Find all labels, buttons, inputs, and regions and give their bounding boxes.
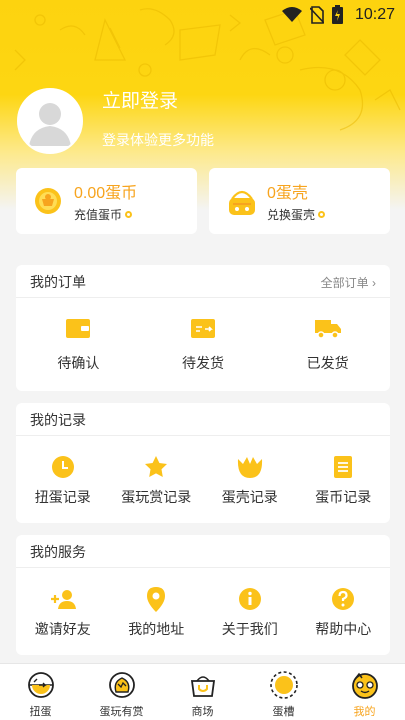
my-address-item[interactable]: 我的地址 <box>110 569 204 655</box>
shell-balance-card[interactable]: 0蛋壳 兑换蛋壳 <box>209 168 390 234</box>
tab-label: 我的 <box>353 706 376 718</box>
service-label: 我的地址 <box>128 621 185 637</box>
default-user-icon <box>19 90 81 152</box>
shell-basket-icon <box>229 190 255 215</box>
order-pending-ship[interactable]: 待发货 <box>141 299 266 391</box>
login-link[interactable]: 立即登录 <box>102 86 178 113</box>
bottom-tab-bar: 扭蛋 蛋玩有赏 商场 蛋槽 我的 <box>0 663 405 720</box>
question-icon <box>332 588 355 610</box>
service-label: 关于我们 <box>221 621 278 637</box>
reward-records-item[interactable]: 蛋玩赏记录 <box>110 437 204 523</box>
document-icon <box>334 456 353 478</box>
tab-label: 蛋玩有赏 <box>99 706 144 718</box>
service-label: 邀请好友 <box>34 621 91 637</box>
coin-balance-card[interactable]: 0.00蛋币 充值蛋币 <box>16 168 197 234</box>
tab-label: 商场 <box>191 706 214 718</box>
record-label: 蛋壳记录 <box>221 489 278 505</box>
records-header: 我的记录 <box>16 403 390 436</box>
basket-icon <box>190 676 215 697</box>
services-section: 我的服务 邀请好友 我的地址 关于我们 帮助中心 <box>16 535 390 655</box>
all-orders-link[interactable]: 全部订单 › <box>321 274 376 291</box>
mascot-icon <box>351 672 378 699</box>
order-label: 待确认 <box>57 355 100 371</box>
order-label: 待发货 <box>182 355 224 371</box>
coin-balance: 0.00蛋币 <box>74 185 138 202</box>
wallet-icon <box>66 319 91 338</box>
exchange-label: 兑换蛋壳 <box>267 208 316 222</box>
coin-records-item[interactable]: 蛋币记录 <box>297 437 391 523</box>
star-icon <box>145 456 168 477</box>
recharge-coins-link[interactable]: 充值蛋币 <box>74 206 133 223</box>
tab-egg-reward[interactable]: 蛋玩有赏 <box>81 664 162 720</box>
record-label: 蛋币记录 <box>315 489 372 505</box>
arrow-dot-icon <box>318 211 326 218</box>
wifi-icon <box>281 6 302 22</box>
capsule-records-item[interactable]: 扭蛋记录 <box>16 437 110 523</box>
orders-header: 我的订单 全部订单 › <box>16 265 390 298</box>
orders-section: 我的订单 全部订单 › 待确认 待发货 已发货 <box>16 265 390 391</box>
clock-icon <box>51 456 74 478</box>
service-label: 帮助中心 <box>315 621 372 637</box>
avatar[interactable] <box>17 88 83 154</box>
exchange-shells-link[interactable]: 兑换蛋壳 <box>267 206 326 223</box>
shell-balance: 0蛋壳 <box>267 185 308 202</box>
coin-icon <box>35 188 61 214</box>
order-shipped[interactable]: 已发货 <box>265 299 390 391</box>
tab-egg-slot[interactable]: 蛋槽 <box>243 664 324 720</box>
order-label: 已发货 <box>306 355 349 371</box>
order-pending-confirm[interactable]: 待确认 <box>16 299 141 391</box>
egg-slot-icon <box>269 671 298 699</box>
cracked-egg-icon <box>108 672 135 698</box>
location-pin-icon <box>147 587 166 612</box>
tab-mall[interactable]: 商场 <box>162 664 243 720</box>
battery-charging-icon <box>331 5 343 24</box>
status-bar: 10:27 <box>0 0 405 28</box>
no-sim-icon <box>309 5 324 24</box>
invite-friends-item[interactable]: 邀请好友 <box>16 569 110 655</box>
capsule-icon <box>27 672 54 698</box>
services-title: 我的服务 <box>30 544 86 560</box>
records-title: 我的记录 <box>30 412 86 428</box>
record-label: 扭蛋记录 <box>34 489 91 505</box>
orders-title: 我的订单 <box>30 274 86 290</box>
add-person-icon <box>50 590 76 609</box>
tab-label: 扭蛋 <box>29 706 52 718</box>
arrow-dot-icon <box>125 211 133 218</box>
tab-capsule[interactable]: 扭蛋 <box>0 664 81 720</box>
recharge-label: 充值蛋币 <box>74 208 123 222</box>
records-section: 我的记录 扭蛋记录 蛋玩赏记录 蛋壳记录 蛋币记录 <box>16 403 390 523</box>
tab-label: 蛋槽 <box>272 706 295 718</box>
truck-icon <box>314 320 341 339</box>
record-label: 蛋玩赏记录 <box>121 489 192 505</box>
info-icon <box>238 588 261 610</box>
ticket-icon <box>191 319 215 338</box>
shell-icon <box>237 457 262 478</box>
services-header: 我的服务 <box>16 535 390 568</box>
shell-records-item[interactable]: 蛋壳记录 <box>203 437 297 523</box>
clock-time: 10:27 <box>354 5 395 23</box>
tab-mine[interactable]: 我的 <box>324 664 405 720</box>
login-subtitle: 登录体验更多功能 <box>102 132 214 148</box>
help-center-item[interactable]: 帮助中心 <box>297 569 391 655</box>
about-us-item[interactable]: 关于我们 <box>203 569 297 655</box>
